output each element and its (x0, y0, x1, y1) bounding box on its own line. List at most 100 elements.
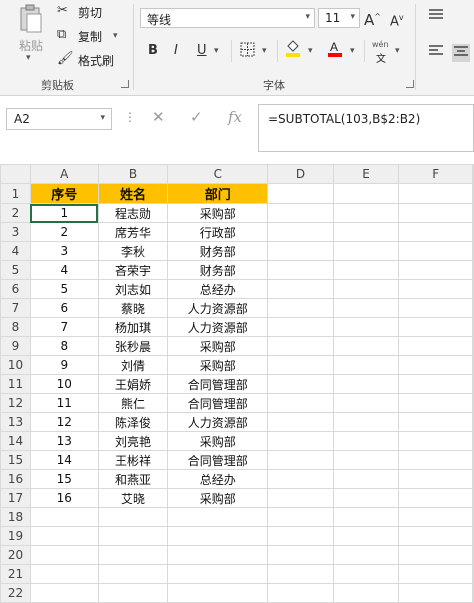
row-header[interactable]: 19 (0, 526, 31, 546)
cell-empty[interactable] (398, 583, 473, 603)
underline-dropdown-arrow[interactable]: ▾ (214, 46, 219, 56)
cell-c12[interactable]: 合同管理部 (167, 393, 269, 413)
cell-empty[interactable] (472, 431, 474, 451)
cell-b15[interactable]: 王彬祥 (97, 450, 169, 470)
column-header-e[interactable]: E (332, 164, 400, 184)
cell-a5[interactable]: 4 (29, 260, 99, 280)
cell-empty[interactable] (332, 279, 400, 299)
row-header[interactable]: 5 (0, 260, 31, 280)
cell-empty[interactable] (398, 564, 473, 584)
cell-a2[interactable]: 1 (29, 203, 99, 223)
cell-b5[interactable]: 吝荣宇 (97, 260, 169, 280)
cell-empty[interactable] (398, 507, 473, 527)
cell-c5[interactable]: 财务部 (167, 260, 269, 280)
cell-empty[interactable] (267, 298, 334, 318)
row-header[interactable]: 7 (0, 298, 31, 318)
cell-empty[interactable] (332, 431, 400, 451)
cell-c9[interactable]: 采购部 (167, 336, 269, 356)
cell-empty[interactable] (472, 393, 474, 413)
row-header[interactable]: 8 (0, 317, 31, 337)
cell-empty[interactable] (472, 526, 474, 546)
cell-c21[interactable] (167, 564, 269, 584)
copy-icon[interactable]: ⧉ (57, 27, 66, 43)
cell-b20[interactable] (97, 545, 169, 565)
cell-b8[interactable]: 杨加琪 (97, 317, 169, 337)
column-header-f[interactable]: F (398, 164, 473, 184)
cell-empty[interactable] (267, 526, 334, 546)
row-header[interactable]: 22 (0, 583, 31, 603)
cell-empty[interactable] (332, 393, 400, 413)
cell-a14[interactable]: 13 (29, 431, 99, 451)
cell-empty[interactable] (332, 336, 400, 356)
cell-c16[interactable]: 总经办 (167, 469, 269, 489)
cell-a22[interactable] (29, 583, 99, 603)
cell-c13[interactable]: 人力资源部 (167, 412, 269, 432)
decrease-font-size-icon[interactable]: Av (390, 10, 404, 30)
row-header[interactable]: 6 (0, 279, 31, 299)
cell-empty[interactable] (332, 317, 400, 337)
cell-empty[interactable] (332, 469, 400, 489)
phonetic-guide-bottom[interactable]: 文 (376, 50, 386, 65)
cell-empty[interactable] (267, 355, 334, 375)
phonetic-guide-top[interactable]: wén (372, 40, 389, 49)
cell-empty[interactable] (398, 279, 473, 299)
cell-b12[interactable]: 熊仁 (97, 393, 169, 413)
cell-empty[interactable] (267, 545, 334, 565)
cell-empty[interactable] (267, 222, 334, 242)
row-header[interactable]: 11 (0, 374, 31, 394)
cell-empty[interactable] (267, 260, 334, 280)
cell-a21[interactable] (29, 564, 99, 584)
row-header[interactable]: 18 (0, 507, 31, 527)
cell-a6[interactable]: 5 (29, 279, 99, 299)
paste-icon[interactable] (18, 4, 44, 34)
cell-b14[interactable]: 刘亮艳 (97, 431, 169, 451)
cell-a1[interactable]: 序号 (29, 183, 99, 204)
cell-empty[interactable] (398, 393, 473, 413)
cell-a7[interactable]: 6 (29, 298, 99, 318)
paste-button[interactable]: 粘贴 (19, 37, 43, 54)
cell-empty[interactable] (398, 203, 473, 223)
cell-empty[interactable] (267, 564, 334, 584)
select-all-corner[interactable] (0, 164, 31, 184)
row-header[interactable]: 12 (0, 393, 31, 413)
cell-empty[interactable] (398, 526, 473, 546)
cell-empty[interactable] (398, 488, 473, 508)
cell-b21[interactable] (97, 564, 169, 584)
font-name-select[interactable]: 等线 ▾ (140, 8, 315, 28)
cell-c3[interactable]: 行政部 (167, 222, 269, 242)
row-header[interactable]: 10 (0, 355, 31, 375)
cell-empty[interactable] (472, 203, 474, 223)
italic-icon[interactable]: I (174, 43, 178, 59)
cell-b19[interactable] (97, 526, 169, 546)
cell-empty[interactable] (332, 374, 400, 394)
cell-c19[interactable] (167, 526, 269, 546)
cell-empty[interactable] (267, 374, 334, 394)
cell-empty[interactable] (472, 241, 474, 261)
row-header[interactable]: 20 (0, 545, 31, 565)
cut-icon[interactable]: ✂ (57, 3, 68, 19)
cell-a11[interactable]: 10 (29, 374, 99, 394)
cell-empty[interactable] (332, 222, 400, 242)
cell-empty[interactable] (472, 450, 474, 470)
cell-b13[interactable]: 陈泽俊 (97, 412, 169, 432)
cell-empty[interactable] (267, 317, 334, 337)
bold-icon[interactable]: B (148, 43, 158, 59)
cell-empty[interactable] (332, 355, 400, 375)
cell-b16[interactable]: 和燕亚 (97, 469, 169, 489)
format-painter-icon[interactable]: 🖌 (57, 51, 74, 67)
cell-c10[interactable]: 采购部 (167, 355, 269, 375)
column-header-d[interactable]: D (267, 164, 334, 184)
font-size-select[interactable]: 11 ▾ (318, 8, 360, 28)
cell-empty[interactable] (332, 526, 400, 546)
cell-c18[interactable] (167, 507, 269, 527)
row-header[interactable]: 14 (0, 431, 31, 451)
cell-empty[interactable] (267, 488, 334, 508)
cell-empty[interactable] (267, 183, 334, 204)
phonetic-dropdown-arrow[interactable]: ▾ (395, 46, 400, 56)
cell-empty[interactable] (332, 298, 400, 318)
cell-empty[interactable] (398, 298, 473, 318)
cell-c1[interactable]: 部门 (167, 183, 269, 204)
cell-b3[interactable]: 席芳华 (97, 222, 169, 242)
cell-c4[interactable]: 财务部 (167, 241, 269, 261)
cell-empty[interactable] (267, 469, 334, 489)
